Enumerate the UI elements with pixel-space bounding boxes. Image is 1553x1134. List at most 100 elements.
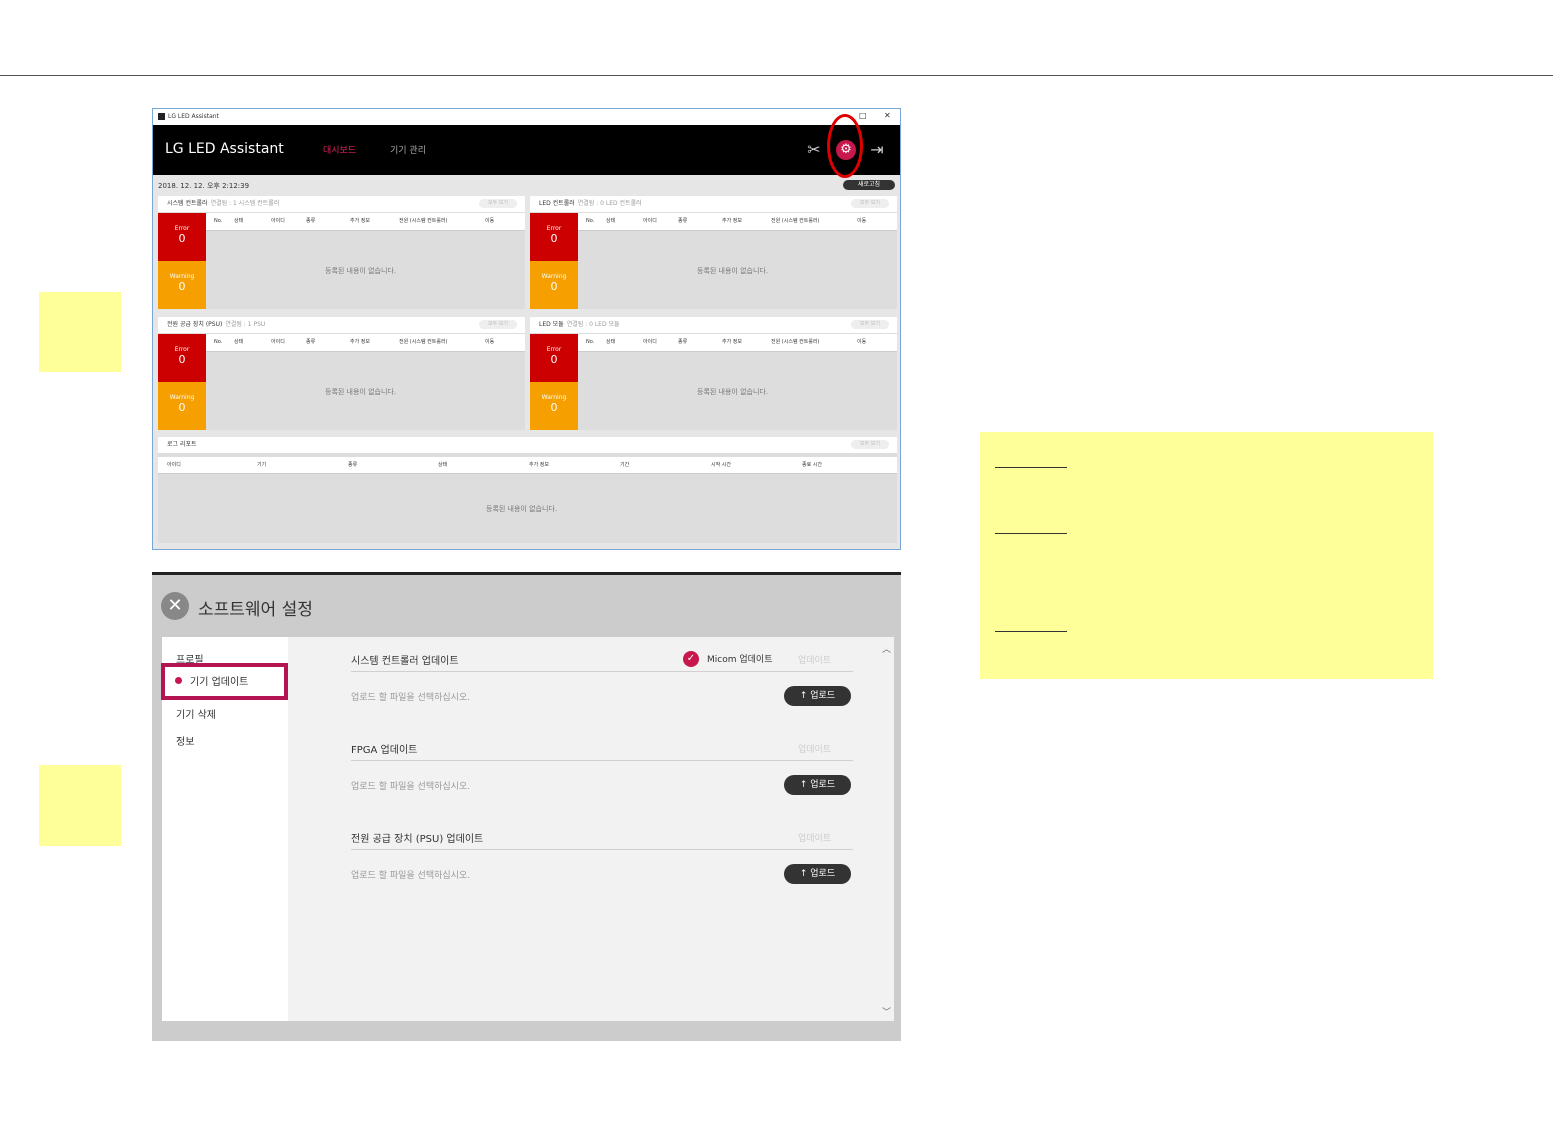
error-count-box[interactable]: Error 0 [158, 334, 206, 382]
col-move: 이동 [857, 339, 867, 345]
app-icon [158, 113, 165, 120]
update-button[interactable]: 업데이트 [798, 653, 831, 666]
warning-count-box[interactable]: Warning 0 [158, 261, 206, 309]
error-count-box[interactable]: Error 0 [530, 213, 578, 261]
col-type: 종류 [306, 218, 316, 224]
underline [995, 631, 1067, 632]
view-all-button[interactable]: 모두 보기 [851, 320, 889, 329]
panel-header: LED 모듈 연결됨 : 0 LED 모듈 [530, 317, 897, 333]
refresh-button[interactable]: 새로고침 [843, 180, 895, 190]
sidebar-item-device-update[interactable]: 기기 업데이트 [161, 663, 288, 700]
upload-icon: ↑ [799, 691, 811, 701]
warning-count: 0 [178, 280, 186, 293]
col-status: 상태 [606, 339, 616, 345]
log-table-header: 아이디 기기 종류 상태 추가 정보 기간 시작 시간 종료 시간 [158, 457, 897, 474]
maximize-icon[interactable]: □ [859, 111, 867, 120]
table-header: No. 상태 아이디 종류 추가 정보 전원 (시스템 컨트롤러) 이동 [206, 334, 525, 352]
panel-sub: 연결됨 : 1 시스템 컨트롤러 [210, 200, 280, 207]
settings-content: ︿ ﹀ 시스템 컨트롤러 업데이트 ✓ Micom 업데이트 업데이트 업로드 … [288, 637, 894, 1021]
warning-count-box[interactable]: Warning 0 [530, 261, 578, 309]
col-status: 상태 [234, 339, 244, 345]
panel-title: LED 모듈 [539, 321, 564, 328]
tab-device-management[interactable]: 기기 관리 [390, 143, 426, 156]
micom-checkbox[interactable]: ✓ [683, 651, 699, 667]
section-title: 전원 공급 장치 (PSU) 업데이트 [351, 834, 484, 845]
window-title: LG LED Assistant [168, 113, 219, 120]
empty-message: 등록된 내용이 없습니다. [697, 388, 769, 396]
view-all-button[interactable]: 모두 보기 [479, 199, 517, 208]
error-count-box[interactable]: Error 0 [530, 334, 578, 382]
view-all-button[interactable]: 모두 보기 [851, 199, 889, 208]
col-status: 상태 [606, 218, 616, 224]
panel-header: 전원 공급 장치 (PSU) 연결됨 : 1 PSU [158, 317, 525, 333]
scroll-up-icon[interactable]: ︿ [882, 642, 891, 655]
empty-message: 등록된 내용이 없습니다. [325, 267, 397, 275]
error-count: 0 [178, 353, 186, 366]
timestamp: 2018. 12. 12. 오후 2:12:39 [158, 182, 250, 190]
logout-icon[interactable]: ⇥ [867, 140, 887, 160]
col-power: 전원 (시스템 컨트롤러) [399, 339, 448, 345]
error-label: Error [546, 346, 562, 353]
warning-count: 0 [178, 401, 186, 414]
update-button[interactable]: 업데이트 [798, 742, 831, 755]
upload-icon: ↑ [799, 869, 811, 879]
col-extra: 추가 정보 [529, 462, 549, 468]
divider [351, 849, 853, 850]
panel-sub: 연결됨 : 0 LED 컨트롤러 [577, 200, 642, 207]
warning-label: Warning [541, 273, 567, 280]
view-all-button[interactable]: 모두 보기 [851, 440, 889, 449]
panel-title: 로그 리포트 [167, 441, 197, 448]
warning-label: Warning [169, 273, 195, 280]
active-dot-icon [175, 677, 182, 684]
page-top-rule [0, 75, 1553, 76]
upload-icon: ↑ [799, 780, 811, 790]
warning-count-box[interactable]: Warning 0 [530, 382, 578, 430]
error-count: 0 [550, 232, 558, 245]
app-header: LG LED Assistant 대시보드 기기 관리 ✂ ⚙ ⇥ [153, 125, 900, 175]
col-extra: 추가 정보 [722, 218, 742, 224]
scroll-down-icon[interactable]: ﹀ [882, 1005, 891, 1018]
close-icon[interactable]: ✕ [884, 111, 891, 120]
panel-title: 전원 공급 장치 (PSU) [167, 321, 223, 328]
upload-button[interactable]: ↑ 업로드 [784, 686, 851, 706]
update-button[interactable]: 업데이트 [798, 831, 831, 844]
sidebar-item-delete-device[interactable]: 기기 삭제 [176, 706, 216, 721]
section-title: FPGA 업데이트 [351, 745, 418, 756]
panel-title: 시스템 컨트롤러 [167, 200, 208, 207]
tools-icon[interactable]: ✂ [804, 140, 824, 160]
error-label: Error [174, 346, 190, 353]
close-icon[interactable]: ✕ [161, 592, 189, 620]
view-all-button[interactable]: 모두 보기 [479, 320, 517, 329]
panel-title: LED 컨트롤러 [539, 200, 575, 207]
col-no: No. [586, 218, 595, 224]
settings-title: 소프트웨어 설정 [198, 600, 313, 620]
warning-count-box[interactable]: Warning 0 [158, 382, 206, 430]
upload-label: 업로드 [810, 691, 836, 701]
col-type: 종류 [306, 339, 316, 345]
sticky-note-2 [39, 765, 121, 846]
divider [351, 760, 853, 761]
divider [351, 671, 853, 672]
col-id: 아이디 [271, 339, 285, 345]
col-move: 이동 [857, 218, 867, 224]
section-title: 시스템 컨트롤러 업데이트 [351, 656, 459, 667]
col-move: 이동 [485, 339, 495, 345]
col-no: No. [214, 339, 223, 345]
sidebar-item-info[interactable]: 정보 [176, 733, 194, 748]
sticky-note-1 [39, 292, 121, 372]
upload-button[interactable]: ↑ 업로드 [784, 864, 851, 884]
file-hint: 업로드 할 파일을 선택하십시오. [351, 782, 471, 792]
error-count-box[interactable]: Error 0 [158, 213, 206, 261]
error-count: 0 [550, 353, 558, 366]
tab-dashboard[interactable]: 대시보드 [323, 143, 356, 156]
upload-label: 업로드 [810, 869, 836, 879]
col-id: 아이디 [643, 339, 657, 345]
warning-label: Warning [541, 394, 567, 401]
file-hint: 업로드 할 파일을 선택하십시오. [351, 871, 471, 881]
col-type: 종류 [678, 218, 688, 224]
col-power: 전원 (시스템 컨트롤러) [399, 218, 448, 224]
col-extra: 추가 정보 [722, 339, 742, 345]
underline [995, 533, 1067, 534]
upload-button[interactable]: ↑ 업로드 [784, 775, 851, 795]
panel-log-report: 로그 리포트 모두 보기 아이디 기기 종류 상태 추가 정보 기간 시작 시간… [158, 437, 897, 543]
